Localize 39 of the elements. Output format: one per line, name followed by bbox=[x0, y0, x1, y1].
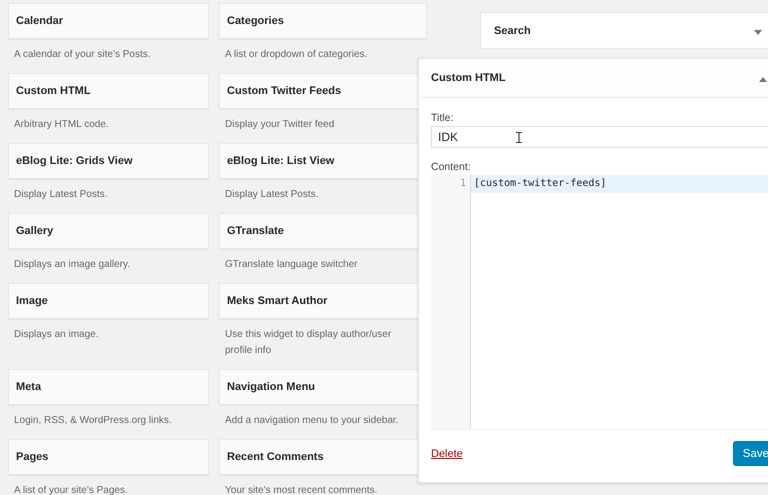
widget-description: Arbitrary HTML code. bbox=[13, 118, 110, 132]
widget-title[interactable]: Calendar bbox=[8, 3, 209, 39]
widget-description: Displays an image gallery. bbox=[13, 258, 131, 272]
widget-description: Login, RSS, & WordPress.org links. bbox=[13, 414, 173, 428]
line-number: 1 bbox=[458, 177, 467, 191]
text-cursor-icon bbox=[516, 132, 522, 142]
widget-description: A list or dropdown of categories. bbox=[224, 48, 368, 62]
caret-icon[interactable] bbox=[754, 30, 762, 34]
widget-title[interactable]: Gallery bbox=[8, 213, 209, 249]
delete-link[interactable]: Delete bbox=[431, 448, 463, 460]
widget-title[interactable]: eBlog Lite: Grids View bbox=[8, 143, 209, 179]
widget-title[interactable]: Pages bbox=[8, 439, 209, 475]
widget-title[interactable]: Meta bbox=[8, 369, 209, 405]
widget-title[interactable]: Navigation Menu bbox=[219, 369, 420, 405]
widget-description: Display Latest Posts. bbox=[224, 188, 320, 202]
widget-title[interactable]: Custom HTML bbox=[8, 73, 209, 109]
widget-description: A calendar of your site’s Posts. bbox=[13, 48, 152, 62]
caret-icon[interactable] bbox=[759, 77, 767, 82]
widget-title[interactable]: eBlog Lite: List View bbox=[219, 143, 420, 179]
field-label: Content: bbox=[431, 161, 471, 173]
title-input[interactable]: IDK bbox=[431, 126, 768, 148]
widget-description: Displays an image. bbox=[13, 328, 100, 342]
widget-title[interactable]: Custom HTML bbox=[431, 72, 506, 84]
widget-description: A list of your site’s Pages. bbox=[13, 484, 129, 495]
widget-title[interactable]: Image bbox=[8, 283, 209, 319]
widget-description: Display your Twitter feed bbox=[224, 118, 336, 132]
widget-description: Use this widget to display author/user profile info bbox=[224, 328, 392, 358]
widget-title[interactable]: Categories bbox=[219, 3, 427, 39]
widget-description: Your site’s most recent comments. bbox=[224, 484, 378, 495]
widget-description: Add a navigation menu to your sidebar. bbox=[224, 414, 400, 428]
widget-title[interactable]: Recent Comments bbox=[219, 439, 420, 475]
widget-description: GTranslate language switcher bbox=[224, 258, 358, 272]
field-label: Title: bbox=[431, 112, 454, 124]
widget-title[interactable]: GTranslate bbox=[219, 213, 420, 249]
widget-header[interactable]: Search bbox=[480, 12, 768, 49]
widget-description: Display Latest Posts. bbox=[13, 188, 108, 202]
code-editor[interactable]: 1 [custom-twitter-feeds] bbox=[431, 175, 768, 430]
widget-title[interactable]: Meks Smart Author bbox=[219, 283, 420, 319]
widget-title[interactable]: Custom Twitter Feeds bbox=[219, 73, 420, 109]
